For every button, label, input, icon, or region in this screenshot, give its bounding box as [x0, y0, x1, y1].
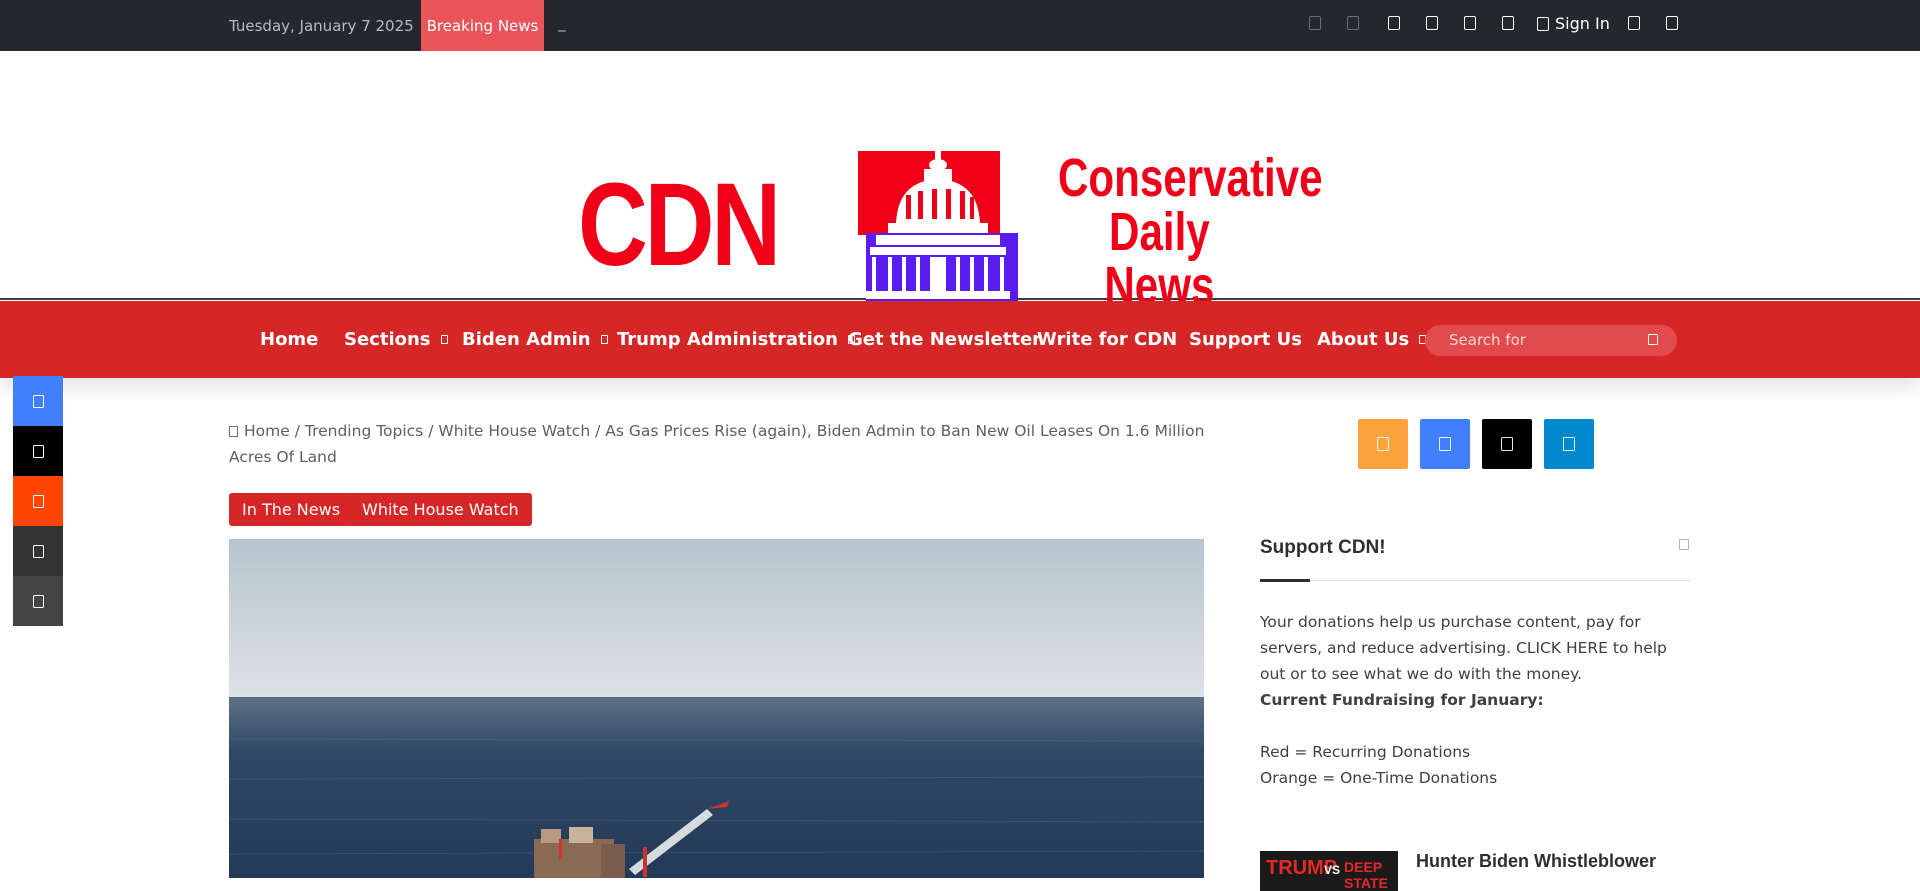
breaking-news-label[interactable]: Breaking News: [421, 0, 544, 51]
article-featured-image: [229, 539, 1204, 878]
nav-support-us[interactable]: Support Us: [1189, 329, 1302, 350]
post-title[interactable]: Hunter Biden Whistleblower: [1416, 851, 1656, 872]
sign-in-label: Sign In: [1555, 14, 1610, 33]
nav-label: Trump Administration: [617, 329, 838, 350]
thumb-word: VS: [1324, 863, 1341, 877]
nav-label: Support Us: [1189, 329, 1302, 350]
x-icon: [32, 444, 44, 458]
widget-title: Support CDN!: [1260, 537, 1386, 558]
nav-about-us[interactable]: About Us: [1317, 329, 1427, 350]
email-share-button[interactable]: [13, 526, 63, 576]
tag-in-the-news[interactable]: In The News: [229, 493, 354, 526]
nav-label: Write for CDN: [1037, 329, 1178, 350]
current-date: Tuesday, January 7 2025: [229, 17, 414, 35]
post-thumbnail[interactable]: TRUMP VS DEEP STATE: [1260, 851, 1398, 891]
search-icon[interactable]: [1648, 334, 1658, 345]
logo-name-line: Conservative: [1058, 148, 1323, 208]
nav-label: Get the Newsletter: [848, 329, 1042, 350]
facebook-icon[interactable]: [1388, 16, 1400, 30]
email-icon: [32, 544, 44, 558]
nav-get-newsletter[interactable]: Get the Newsletter: [848, 329, 1041, 350]
logo-full-name: Conservative Daily News: [1058, 148, 1323, 313]
breadcrumb-separator: /: [294, 422, 300, 440]
breadcrumb-separator: /: [595, 422, 601, 440]
top-bar: Tuesday, January 7 2025 Breaking News _ …: [0, 0, 1920, 51]
nav-label: Home: [260, 329, 319, 350]
nav-label: Sections: [344, 329, 431, 350]
breaking-news-ticker[interactable]: _: [558, 14, 566, 32]
nav-sections[interactable]: Sections: [344, 329, 448, 350]
chevron-down-icon: [440, 335, 448, 344]
donation-text[interactable]: Your donations help us purchase content,…: [1260, 609, 1690, 687]
prev-news-icon[interactable]: [1309, 16, 1321, 30]
legend-recurring: Red = Recurring Donations: [1260, 743, 1471, 761]
random-article-icon[interactable]: [1628, 16, 1640, 30]
nav-label: Biden Admin: [462, 329, 591, 350]
home-icon: [229, 426, 238, 437]
print-icon: [32, 594, 44, 608]
print-share-button[interactable]: [13, 576, 63, 626]
fundraising-label: Current Fundraising for January:: [1260, 691, 1544, 709]
reddit-icon: [32, 494, 44, 508]
telegram-button[interactable]: [1544, 419, 1594, 469]
facebook-icon: [1439, 437, 1451, 451]
facebook-icon: [32, 394, 44, 408]
widget-content: Your donations help us purchase content,…: [1260, 609, 1690, 791]
breadcrumb-item[interactable]: Trending Topics: [305, 422, 423, 440]
x-icon: [1501, 437, 1513, 451]
search-input[interactable]: [1449, 331, 1639, 349]
tag-white-house-watch[interactable]: White House Watch: [349, 493, 532, 526]
nav-trump-administration[interactable]: Trump Administration: [617, 329, 855, 350]
chevron-down-icon: [600, 335, 608, 344]
sidebar-toggle-icon[interactable]: [1666, 16, 1678, 30]
logo-name-line: Daily: [1109, 202, 1210, 262]
breadcrumb-home[interactable]: Home: [244, 422, 290, 440]
widget-divider-accent: [1260, 579, 1310, 582]
breadcrumb-item[interactable]: White House Watch: [438, 422, 590, 440]
nav-label: About Us: [1317, 329, 1410, 350]
telegram-icon[interactable]: [1502, 16, 1514, 30]
rss-button[interactable]: [1358, 419, 1408, 469]
telegram-icon: [1563, 437, 1575, 451]
user-icon: [1537, 16, 1549, 31]
x-icon[interactable]: [1426, 16, 1438, 30]
nav-write-for-cdn[interactable]: Write for CDN: [1037, 329, 1177, 350]
rss-icon: [1377, 437, 1389, 451]
nav-home[interactable]: Home: [260, 329, 318, 350]
thumb-word: DEEP STATE: [1344, 859, 1388, 891]
x-share-button[interactable]: [13, 426, 63, 476]
search-box: [1425, 325, 1677, 356]
capitol-dome-icon: [858, 151, 1018, 303]
nav-biden-admin[interactable]: Biden Admin: [462, 329, 608, 350]
sign-in-link[interactable]: Sign In: [1537, 14, 1610, 33]
x-button[interactable]: [1482, 419, 1532, 469]
legend-one-time: Orange = One-Time Donations: [1260, 769, 1498, 787]
widget-toggle-icon[interactable]: [1679, 539, 1689, 550]
reddit-share-button[interactable]: [13, 476, 63, 526]
widget-divider: [1260, 580, 1691, 581]
logo-short-name: CDN: [578, 159, 781, 291]
reddit-icon[interactable]: [1464, 16, 1476, 30]
breadcrumb-separator: /: [428, 422, 434, 440]
site-header: CDN Conservative Daily News: [0, 51, 1920, 313]
facebook-button[interactable]: [1420, 419, 1470, 469]
breadcrumb: Home / Trending Topics / White House Wat…: [229, 418, 1209, 470]
next-news-icon[interactable]: [1347, 16, 1359, 30]
facebook-share-button[interactable]: [13, 376, 63, 426]
